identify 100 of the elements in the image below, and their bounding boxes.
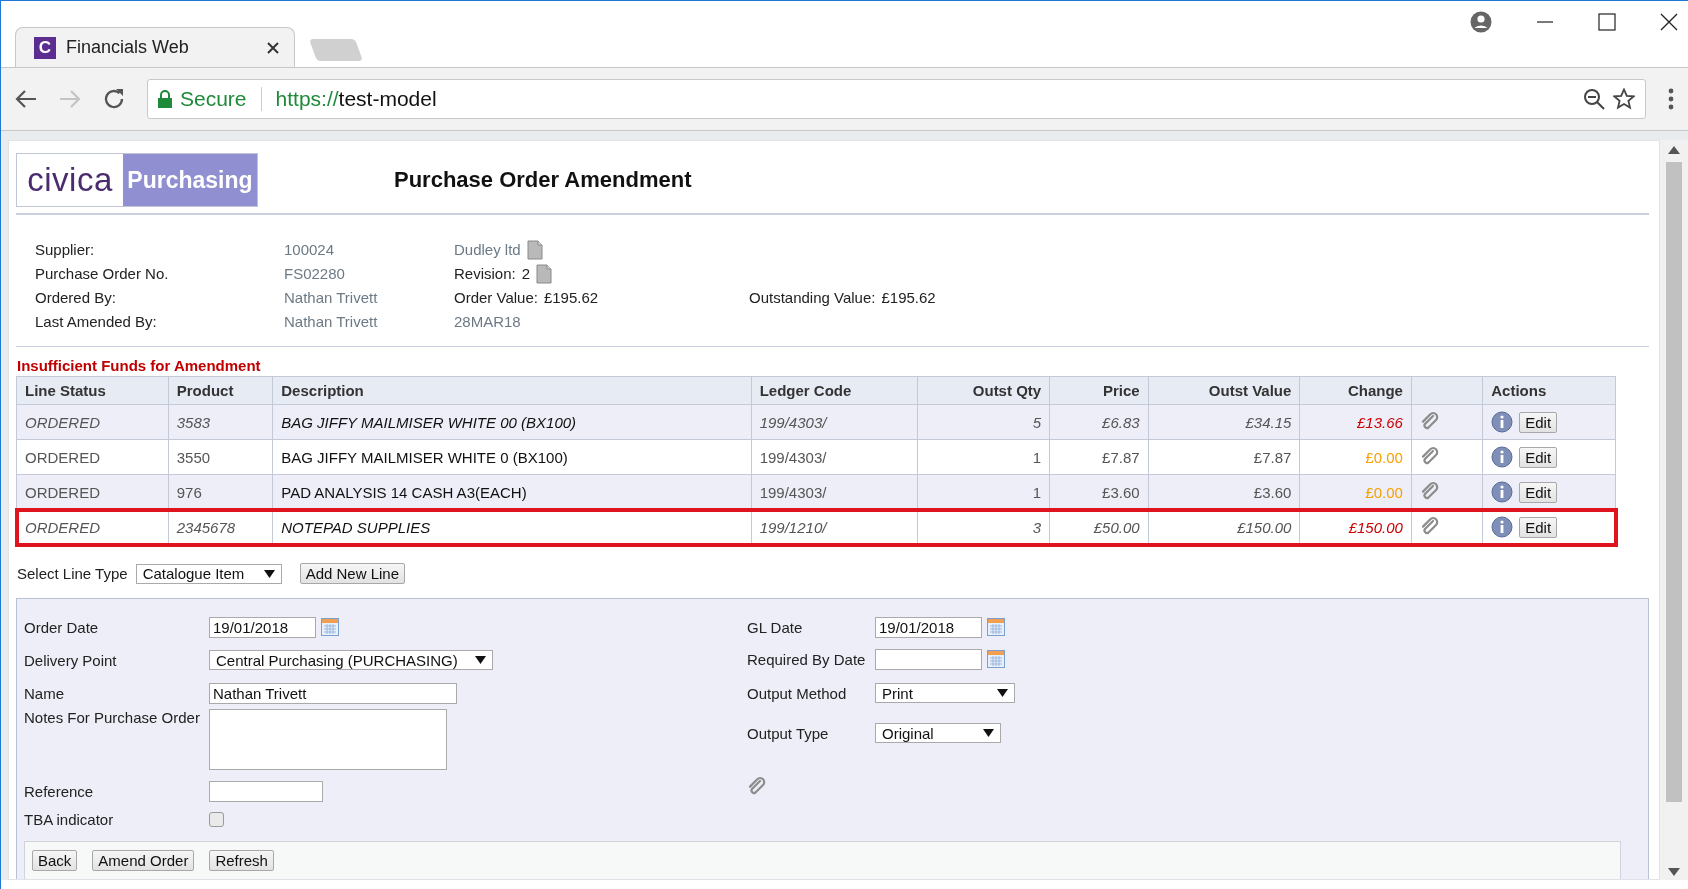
dropdown[interactable]: Print bbox=[875, 683, 1015, 703]
value-cell: £7.87 bbox=[1148, 439, 1300, 475]
calendar-icon[interactable] bbox=[987, 650, 1005, 668]
field-label: Delivery Point bbox=[24, 651, 118, 669]
field-label: Output Type bbox=[747, 724, 830, 742]
column-header: Line Status bbox=[16, 376, 169, 405]
menu-icon[interactable] bbox=[1668, 88, 1674, 110]
notes-field[interactable] bbox=[209, 709, 447, 770]
field-label: Purchase Order No. bbox=[35, 265, 169, 282]
secure-label: Secure bbox=[180, 87, 247, 111]
scroll-down-icon[interactable] bbox=[1668, 868, 1680, 876]
product-cell: 3583 bbox=[168, 404, 273, 440]
paperclip-icon[interactable] bbox=[1419, 412, 1440, 432]
field-label: Notes For Purchase Order bbox=[24, 709, 201, 726]
reload-icon[interactable] bbox=[103, 88, 125, 110]
ledger-code-cell: 199/4303/ bbox=[751, 439, 918, 475]
warning-message: Insufficient Funds for Amendment bbox=[17, 357, 262, 374]
po-number: FS02280 bbox=[284, 265, 345, 282]
info-icon bbox=[1491, 516, 1514, 538]
field-label: Order Date bbox=[24, 618, 100, 636]
last-amended-date: 28MAR18 bbox=[454, 313, 521, 330]
field-label: TBA indicator bbox=[24, 810, 115, 828]
quantity-cell: 1 bbox=[918, 439, 1050, 475]
edit-button[interactable]: Edit bbox=[1519, 411, 1558, 433]
column-header: Price bbox=[1049, 376, 1149, 405]
change-cell: £0.00 bbox=[1299, 439, 1412, 475]
caret-icon bbox=[475, 656, 486, 664]
browser-tab[interactable]: C Financials Web bbox=[15, 27, 295, 67]
column-header: Outst Qty bbox=[918, 376, 1050, 405]
last-amended-by: Nathan Trivett bbox=[284, 313, 378, 330]
maximize-icon[interactable] bbox=[1598, 13, 1616, 31]
field-label: Name bbox=[24, 684, 65, 702]
revision-label: Revision: bbox=[454, 265, 516, 282]
field-label: Required By Date bbox=[747, 650, 867, 668]
url-text: https://test-model bbox=[275, 87, 437, 111]
form-button[interactable]: Amend Order bbox=[92, 850, 195, 871]
date-field[interactable]: 19/01/2018 bbox=[209, 616, 316, 638]
outstanding-value: £195.62 bbox=[881, 289, 936, 306]
caret-icon bbox=[983, 729, 994, 737]
text-field[interactable]: Nathan Trivett bbox=[209, 682, 457, 704]
column-header: Description bbox=[272, 376, 752, 405]
document-icon bbox=[536, 263, 553, 284]
form-button[interactable]: Refresh bbox=[209, 850, 274, 871]
column-header: Actions bbox=[1482, 376, 1616, 405]
calendar-icon[interactable] bbox=[987, 618, 1005, 636]
dropdown[interactable]: Central Purchasing (PURCHASING) bbox=[209, 650, 493, 670]
column-header: Change bbox=[1299, 376, 1412, 405]
dropdown[interactable]: Original bbox=[875, 723, 1001, 743]
info-icon bbox=[1491, 411, 1514, 433]
revision-value: 2 bbox=[521, 265, 531, 282]
product-label: Purchasing bbox=[123, 154, 257, 206]
info-icon bbox=[1491, 481, 1514, 503]
paperclip-icon[interactable] bbox=[1419, 447, 1440, 467]
column-header: Product bbox=[168, 376, 273, 405]
scrollbar-thumb[interactable] bbox=[1666, 162, 1682, 802]
form-button[interactable]: Back bbox=[32, 850, 78, 871]
field-label: Select Line Type bbox=[17, 565, 128, 582]
back-icon[interactable] bbox=[15, 89, 37, 109]
price-cell: £7.87 bbox=[1049, 439, 1149, 475]
supplier-code: 100024 bbox=[284, 241, 335, 258]
close-icon[interactable] bbox=[1660, 13, 1678, 31]
field-label: Last Amended By: bbox=[35, 313, 157, 330]
document-icon bbox=[526, 239, 543, 260]
star-icon[interactable] bbox=[1613, 88, 1635, 110]
description-cell: BAG JIFFY MAILMISER WHITE 0 (BX100) bbox=[272, 439, 752, 475]
close-icon[interactable] bbox=[266, 40, 280, 55]
paperclip-icon[interactable] bbox=[747, 777, 767, 797]
scroll-up-icon[interactable] bbox=[1668, 146, 1680, 154]
quantity-cell: 5 bbox=[918, 404, 1050, 440]
field-label: GL Date bbox=[747, 618, 804, 636]
edit-button[interactable]: Edit bbox=[1519, 446, 1558, 468]
account-icon[interactable] bbox=[1470, 11, 1492, 33]
field-label: Reference bbox=[24, 782, 95, 800]
date-field[interactable] bbox=[875, 648, 982, 670]
edit-button[interactable]: Edit bbox=[1519, 516, 1558, 538]
paperclip-icon[interactable] bbox=[1419, 517, 1440, 537]
field-label: Output Method bbox=[747, 684, 848, 702]
product-cell: 3550 bbox=[168, 439, 273, 475]
column-header: Ledger Code bbox=[751, 376, 918, 405]
field-label: Supplier: bbox=[35, 241, 95, 258]
line-type-select[interactable]: Catalogue Item bbox=[135, 563, 282, 584]
calendar-icon[interactable] bbox=[321, 618, 339, 636]
add-line-button[interactable]: Add New Line bbox=[299, 563, 406, 584]
checkbox[interactable] bbox=[209, 811, 224, 827]
field-label: Ordered By: bbox=[35, 289, 116, 306]
price-cell: £6.83 bbox=[1049, 404, 1149, 440]
caret-icon bbox=[263, 569, 275, 578]
scrollbar[interactable] bbox=[1660, 140, 1688, 880]
text-field[interactable] bbox=[209, 780, 323, 802]
paperclip-icon[interactable] bbox=[1419, 482, 1440, 502]
date-field[interactable]: 19/01/2018 bbox=[875, 616, 982, 638]
lock-icon bbox=[158, 90, 172, 108]
edit-button[interactable]: Edit bbox=[1519, 481, 1558, 503]
info-icon bbox=[1491, 446, 1514, 468]
order-value: £195.62 bbox=[543, 289, 599, 306]
column-header: Outst Value bbox=[1148, 376, 1300, 405]
zoom-out-icon[interactable] bbox=[1583, 88, 1605, 110]
tab-favicon: C bbox=[34, 36, 56, 59]
address-bar[interactable]: Secure https://test-model bbox=[147, 79, 1646, 119]
status-cell: ORDERED bbox=[16, 404, 169, 440]
